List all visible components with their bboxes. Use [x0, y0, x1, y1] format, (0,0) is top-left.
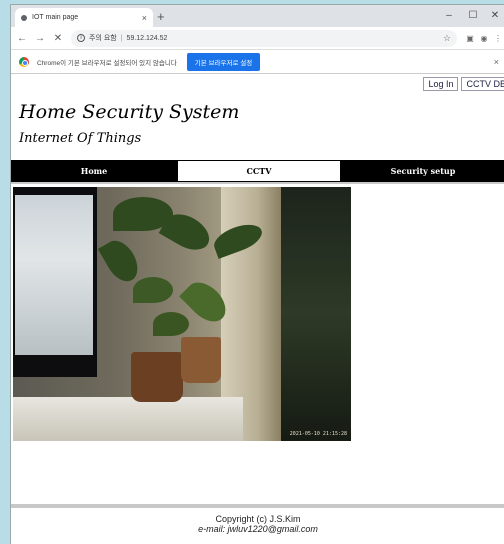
copyright-text: Copyright (c) J.S.Kim	[215, 514, 301, 524]
web-page: Log In CCTV DB Home Security System Inte…	[11, 74, 504, 544]
security-label: 주의 요함	[89, 35, 117, 42]
set-default-button[interactable]: 기본 브라우저로 설정	[186, 52, 261, 71]
maximize-button[interactable]: ☐	[461, 5, 485, 27]
forward-icon[interactable]: →	[33, 33, 47, 44]
address-separator: |	[120, 34, 123, 42]
shelf-shape	[13, 397, 243, 441]
page-subtitle: Internet Of Things	[19, 131, 142, 146]
url-text: 59.12.124.52	[126, 34, 168, 42]
browser-window: IOT main page × + – ☐ ✕ ← → ✕ i 주의 요함 | …	[10, 4, 504, 544]
profile-icon[interactable]: ◉	[477, 34, 491, 43]
tab-strip: IOT main page × + – ☐ ✕	[11, 5, 504, 27]
content-area: 2021-05-10 21:15:28	[11, 182, 504, 502]
nav-security-setup[interactable]: Security setup	[341, 160, 504, 182]
back-icon[interactable]: ←	[15, 33, 29, 44]
plant-pot-shape	[131, 352, 183, 402]
nav-home[interactable]: Home	[11, 160, 177, 182]
infobar-close-icon[interactable]: ×	[494, 57, 499, 67]
favicon-icon	[21, 14, 27, 21]
stop-icon[interactable]: ✕	[51, 33, 65, 44]
tab-title: IOT main page	[32, 14, 79, 21]
default-browser-infobar: Chrome이 기본 브라우저로 설정되어 있지 않습니다 기본 브라우저로 설…	[11, 50, 504, 74]
new-tab-button[interactable]: +	[157, 8, 165, 25]
plant-pot-shape	[181, 337, 221, 383]
tab-close-icon[interactable]: ×	[142, 13, 147, 23]
nav-cctv[interactable]: CCTV	[177, 160, 341, 182]
leaf-shape	[97, 234, 145, 288]
info-icon[interactable]: i	[77, 34, 85, 42]
contact-email: e-mail: jwluv1220@gmail.com	[198, 524, 318, 534]
infobar-text: Chrome이 기본 브라우저로 설정되어 있지 않습니다	[37, 59, 177, 67]
minimize-button[interactable]: –	[437, 5, 461, 27]
header-links: Log In CCTV DB	[423, 77, 504, 91]
main-nav: Home CCTV Security setup	[11, 160, 504, 182]
page-footer: Copyright (c) J.S.Kim e-mail: jwluv1220@…	[11, 504, 504, 544]
cctv-camera-feed: 2021-05-10 21:15:28	[13, 187, 351, 441]
leaf-shape	[153, 312, 189, 336]
leaf-shape	[133, 277, 173, 303]
monitor-shape	[13, 187, 97, 377]
close-window-button[interactable]: ✕	[483, 5, 504, 27]
browser-toolbar: ← → ✕ i 주의 요함 | 59.12.124.52 ☆ ▣ ◉ ⋮	[11, 27, 504, 50]
login-link[interactable]: Log In	[423, 77, 459, 91]
window-shape	[281, 187, 351, 441]
chrome-logo-icon	[19, 56, 29, 67]
extension-icon[interactable]: ▣	[463, 34, 477, 43]
page-title: Home Security System	[19, 101, 240, 123]
bookmark-star-icon[interactable]: ☆	[443, 33, 451, 44]
menu-icon[interactable]: ⋮	[491, 34, 504, 43]
camera-timestamp: 2021-05-10 21:15:28	[289, 431, 347, 437]
address-bar[interactable]: i 주의 요함 | 59.12.124.52 ☆	[71, 29, 457, 47]
browser-tab[interactable]: IOT main page ×	[15, 8, 153, 27]
cctv-db-link[interactable]: CCTV DB	[461, 77, 504, 91]
